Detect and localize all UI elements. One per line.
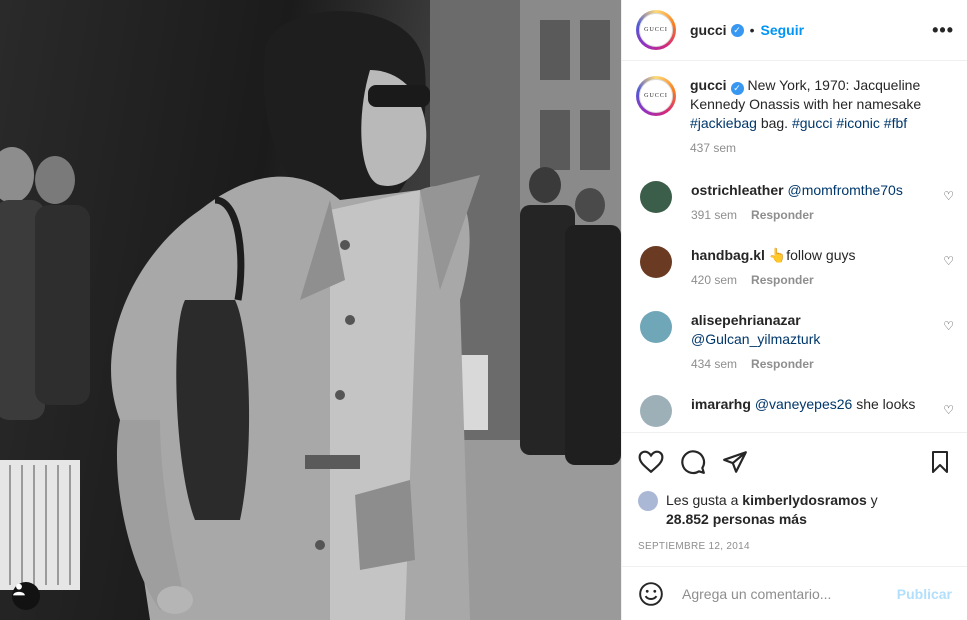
- liker-username[interactable]: kimberlydosramos: [742, 492, 867, 508]
- comment-time: 391 sem: [691, 208, 738, 222]
- post-date: Septiembre 12, 2014: [638, 541, 750, 552]
- publish-button[interactable]: Publicar: [897, 586, 952, 602]
- likes-summary: Les gusta a kimberlydosramos y 28.852 pe…: [638, 491, 952, 529]
- comment-time: 420 sem: [691, 273, 738, 287]
- reply-button[interactable]: Responder: [751, 357, 814, 371]
- reply-button[interactable]: Responder: [751, 208, 814, 222]
- separator-dot: •: [749, 22, 755, 38]
- comment-item: alisepehrianazar @Gulcan_yilmazturk 434 …: [636, 311, 954, 371]
- caption-author-avatar[interactable]: GUCCI: [636, 76, 676, 116]
- likes-prefix: Les gusta a: [666, 492, 743, 508]
- photo-illustration: [0, 0, 621, 620]
- liker-avatar[interactable]: [638, 491, 658, 511]
- likes-text: Les gusta a kimberlydosramos y 28.852 pe…: [666, 491, 878, 529]
- verified-badge-icon: ✓: [730, 82, 744, 95]
- comment-username[interactable]: imararhg: [691, 396, 751, 412]
- post-side-panel: GUCCI gucci ✓ • Seguir ••• GUCCI gucci ✓ …: [621, 0, 967, 620]
- caption-time: 437 sem: [690, 141, 737, 155]
- author-username[interactable]: gucci: [690, 22, 727, 38]
- more-options-icon[interactable]: •••: [932, 20, 954, 41]
- post-header: GUCCI gucci ✓ • Seguir •••: [622, 0, 967, 61]
- caption-username[interactable]: gucci: [690, 77, 727, 93]
- comment-mention[interactable]: @Gulcan_yilmazturk: [691, 330, 820, 349]
- follow-button[interactable]: Seguir: [760, 22, 804, 38]
- comment-text: imararhg @vaneyepes26 she looks: [691, 395, 915, 414]
- comments-list[interactable]: GUCCI gucci ✓ New York, 1970: Jacqueline …: [622, 62, 967, 432]
- caption-text-2: bag.: [756, 115, 792, 131]
- hashtag-links[interactable]: #gucci #iconic #fbf: [792, 115, 907, 131]
- comment-text: alisepehrianazar @Gulcan_yilmazturk: [691, 311, 820, 349]
- action-icons-row: [638, 449, 952, 475]
- comment-username[interactable]: ostrichleather: [691, 182, 784, 198]
- comment-item: imararhg @vaneyepes26 she looks ♡: [636, 395, 954, 427]
- caption: GUCCI gucci ✓ New York, 1970: Jacqueline …: [636, 76, 954, 155]
- user-tag-button[interactable]: [12, 582, 40, 610]
- post-photo[interactable]: [0, 0, 621, 620]
- comment-body: she looks: [852, 396, 916, 412]
- author-avatar-logo: GUCCI: [639, 13, 673, 47]
- comment-like-heart-icon[interactable]: ♡: [943, 254, 954, 268]
- comment-mention[interactable]: @momfromthe70s: [787, 182, 902, 198]
- likes-count[interactable]: 28.852 personas más: [666, 511, 807, 527]
- author-avatar[interactable]: GUCCI: [636, 10, 676, 50]
- comment-body: 👆follow guys: [768, 247, 856, 263]
- comment-like-heart-icon[interactable]: ♡: [943, 189, 954, 203]
- bookmark-icon[interactable]: [928, 449, 952, 475]
- post-actions: Les gusta a kimberlydosramos y 28.852 pe…: [622, 432, 967, 567]
- comment-like-heart-icon[interactable]: ♡: [943, 403, 954, 417]
- comment-username[interactable]: handbag.kl: [691, 247, 765, 263]
- comment-like-heart-icon[interactable]: ♡: [943, 319, 954, 333]
- likes-middle: y: [866, 492, 878, 508]
- comment-item: ostrichleather @momfromthe70s 391 sem Res…: [636, 181, 954, 222]
- caption-avatar-logo: GUCCI: [639, 79, 673, 113]
- comment-username[interactable]: alisepehrianazar: [691, 311, 820, 330]
- reply-button[interactable]: Responder: [751, 273, 814, 287]
- commenter-avatar[interactable]: [640, 181, 672, 213]
- share-icon[interactable]: [722, 449, 748, 475]
- commenter-avatar[interactable]: [640, 246, 672, 278]
- hashtag-link[interactable]: #jackiebag: [690, 115, 757, 131]
- commenter-avatar[interactable]: [640, 311, 672, 343]
- user-tag-icon: [13, 583, 25, 596]
- heart-icon[interactable]: [638, 449, 664, 475]
- comment-input[interactable]: [680, 584, 897, 603]
- comment-time: 434 sem: [691, 357, 738, 371]
- comment-text: ostrichleather @momfromthe70s: [691, 181, 903, 200]
- comment-composer: Publicar: [622, 566, 967, 620]
- verified-badge-icon: ✓: [730, 23, 744, 37]
- comment-item: handbag.kl 👆follow guys 420 sem Responder…: [636, 246, 954, 287]
- caption-text-block: gucci ✓ New York, 1970: Jacqueline Kenned…: [690, 76, 940, 133]
- comment-mention[interactable]: @vaneyepes26: [755, 396, 853, 412]
- comment-icon[interactable]: [680, 449, 706, 475]
- comment-meta: 391 sem Responder: [691, 208, 903, 222]
- comment-text: handbag.kl 👆follow guys: [691, 246, 855, 265]
- emoji-icon[interactable]: [638, 581, 664, 607]
- comment-meta: 434 sem Responder: [691, 357, 820, 371]
- comment-meta: 420 sem Responder: [691, 273, 855, 287]
- commenter-avatar[interactable]: [640, 395, 672, 427]
